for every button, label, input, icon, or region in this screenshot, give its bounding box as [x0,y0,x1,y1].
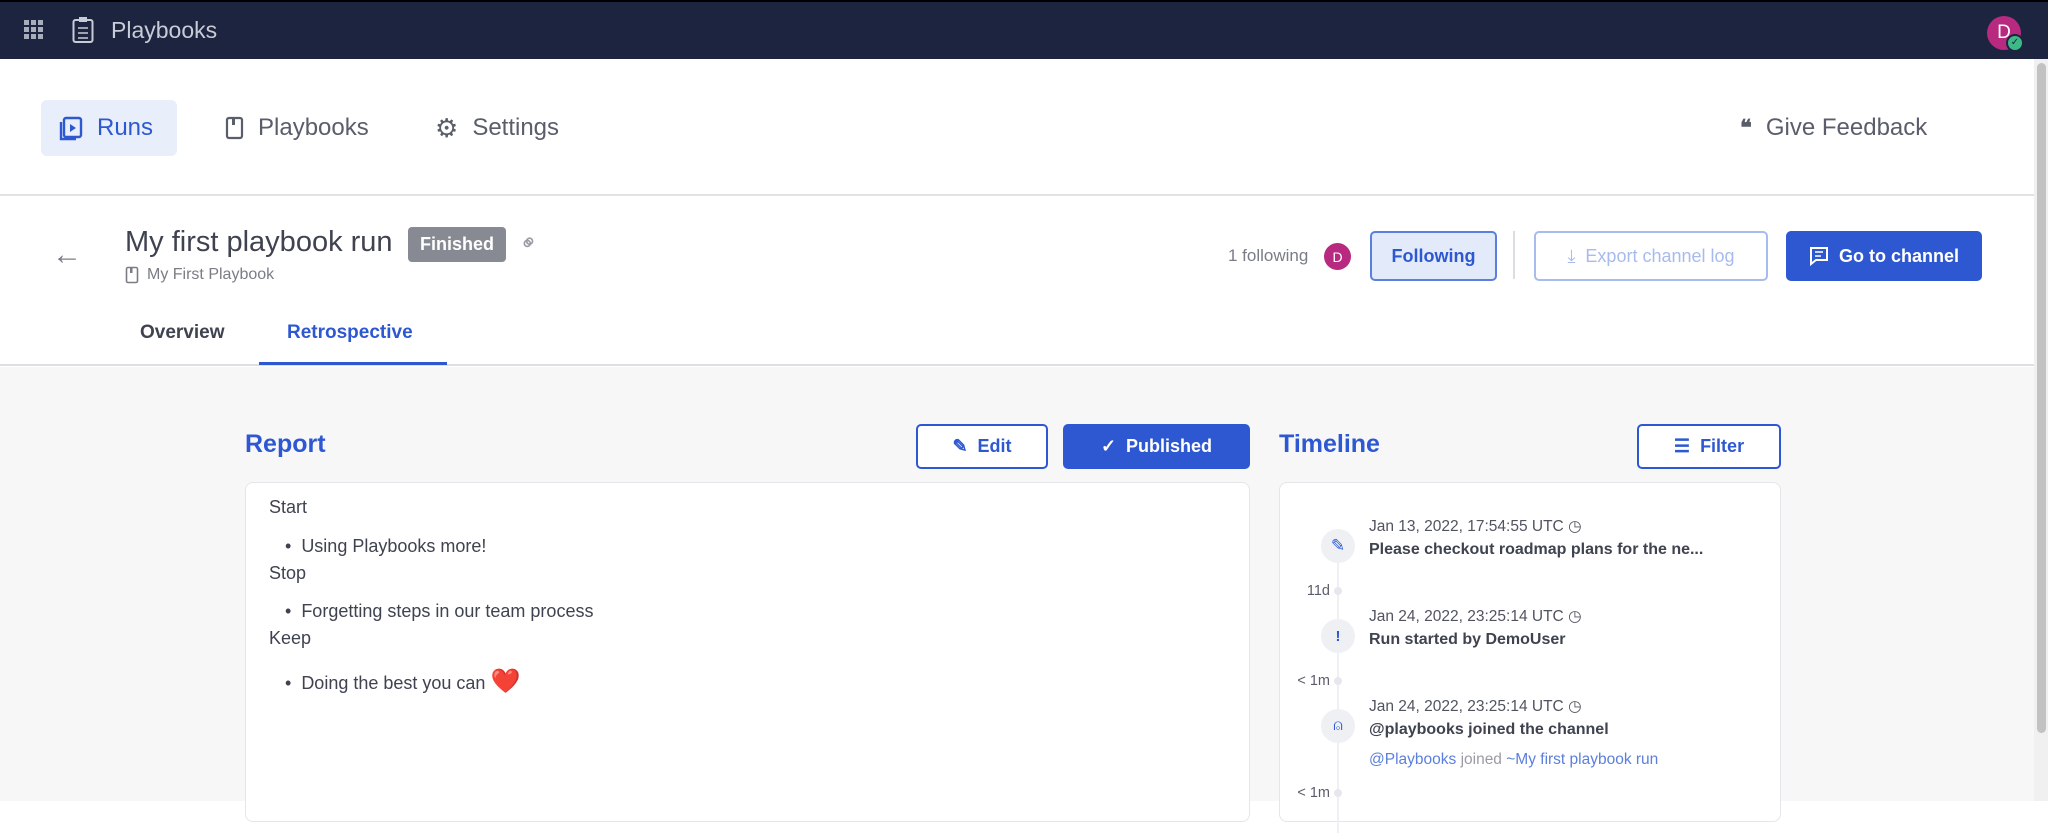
go-to-channel-label: Go to channel [1838,245,1959,266]
event-time-text: Jan 24, 2022, 23:25:14 UTC [1369,608,1564,625]
filter-button[interactable]: ☰ Filter [1637,424,1781,469]
give-feedback-button[interactable]: ❝ Give Feedback [1722,100,1945,156]
avatar-initial: D [1332,248,1343,265]
time-delta: 11d [1306,583,1330,599]
check-icon: ✓ [1100,436,1117,456]
go-to-channel-button[interactable]: Go to channel [1786,231,1982,281]
delta-dot [1334,789,1342,797]
thumbs-icon: ❝ [1740,115,1752,140]
follower-avatar[interactable]: D [1324,243,1351,270]
report-card: Start • Using Playbooks more! Stop • For… [245,482,1250,822]
playbook-icon [125,266,139,284]
export-channel-log-button[interactable]: ⤓ Export channel log [1534,231,1768,281]
delta-dot [1334,587,1342,595]
download-icon: ⤓ [1567,245,1576,266]
tab-retrospective[interactable]: Retrospective [287,322,413,344]
report-item-text: Using Playbooks more! [301,536,487,556]
time-delta: < 1m [1297,785,1330,801]
filter-icon: ☰ [1673,436,1691,456]
top-bar: Playbooks D ✓ [0,0,2048,59]
event-title[interactable]: Please checkout roadmap plans for the ne… [1369,541,1703,559]
nav-label: Playbooks [258,114,369,141]
tab-overview[interactable]: Overview [140,322,225,344]
event-time-text: Jan 24, 2022, 23:25:14 UTC [1369,698,1564,715]
status-badge: Finished [408,227,507,262]
event-time: Jan 24, 2022, 23:25:14 UTC ◷ [1369,607,1582,626]
detail-verb: joined [1460,751,1502,768]
following-button[interactable]: Following [1370,231,1497,281]
playbooks-nav: Runs Playbooks ⚙ Settings ❝ Give Feedbac… [0,59,2034,196]
clock-icon: ◷ [1568,518,1582,535]
user-mention-link[interactable]: @Playbooks [1369,751,1456,768]
gear-icon: ⚙ [435,112,459,143]
message-icon [1809,247,1828,266]
back-arrow-icon[interactable]: ← [52,238,82,272]
edit-button[interactable]: ✎ Edit [916,424,1048,469]
delta-dot [1334,677,1342,685]
nav-settings[interactable]: ⚙ Settings [417,100,577,156]
report-item: • Doing the best you can ❤️ [285,668,521,695]
event-detail: @Playbooks joined ~My first playbook run [1369,751,1658,769]
active-tab-indicator [259,362,447,365]
timeline-card: ✎ Jan 13, 2022, 17:54:55 UTC ◷ Please ch… [1279,482,1781,833]
divider [1513,231,1515,279]
published-label: Published [1126,436,1213,456]
report-heading: Start [269,497,308,517]
run-title: My first playbook run [125,226,393,258]
report-item: • Forgetting steps in our team process [285,601,594,621]
scrollbar-thumb[interactable] [2037,63,2046,733]
run-header: ← My first playbook run Finished ⚭ My Fi… [0,196,2034,366]
filter-label: Filter [1700,436,1745,456]
runs-icon [59,116,83,141]
event-time: Jan 13, 2022, 17:54:55 UTC ◷ [1369,517,1582,536]
event-title: Run started by DemoUser [1369,631,1566,648]
clock-icon: ◷ [1568,608,1582,625]
event-time-text: Jan 13, 2022, 17:54:55 UTC [1369,518,1564,535]
user-icon: ⍝ [1321,709,1355,743]
clipboard-icon [72,17,94,43]
scrollbar[interactable] [2034,59,2048,801]
playbook-link[interactable]: My First Playbook [147,266,274,284]
time-delta: < 1m [1297,673,1330,689]
report-item: • Using Playbooks more! [285,536,487,556]
event-title: @playbooks joined the channel [1369,721,1609,738]
export-label: Export channel log [1585,245,1735,266]
nav-runs[interactable]: Runs [41,100,177,156]
channel-link[interactable]: ~My first playbook run [1506,751,1658,768]
app-grid-icon[interactable] [24,20,44,40]
report-heading: Keep [269,628,312,648]
heart-emoji: ❤️ [490,668,521,695]
pencil-icon: ✎ [1321,529,1355,563]
report-item-text: Forgetting steps in our team process [301,601,594,621]
nav-label: Settings [472,114,560,141]
shield-alert-icon: ! [1321,619,1355,653]
playbook-icon [225,116,244,140]
timeline-title: Timeline [1279,430,1380,458]
feedback-label: Give Feedback [1765,114,1928,141]
nav-label: Runs [97,114,154,141]
clock-icon: ◷ [1568,698,1582,715]
retrospective-content: Report ✎ Edit ✓ Published Start • Using Pl… [0,367,2034,833]
edit-label: Edit [977,436,1012,456]
link-icon[interactable]: ⚭ [514,227,545,258]
app-title: Playbooks [111,17,218,43]
nav-playbooks[interactable]: Playbooks [206,100,387,156]
event-time: Jan 24, 2022, 23:25:14 UTC ◷ [1369,697,1582,716]
report-title: Report [245,430,326,458]
followers-count: 1 following [1228,246,1309,265]
published-button[interactable]: ✓ Published [1063,424,1250,469]
pencil-icon: ✎ [952,436,968,456]
report-item-text: Doing the best you can [301,673,486,693]
following-label: Following [1391,245,1476,266]
status-online-icon: ✓ [2006,34,2024,52]
report-heading: Stop [269,563,307,583]
